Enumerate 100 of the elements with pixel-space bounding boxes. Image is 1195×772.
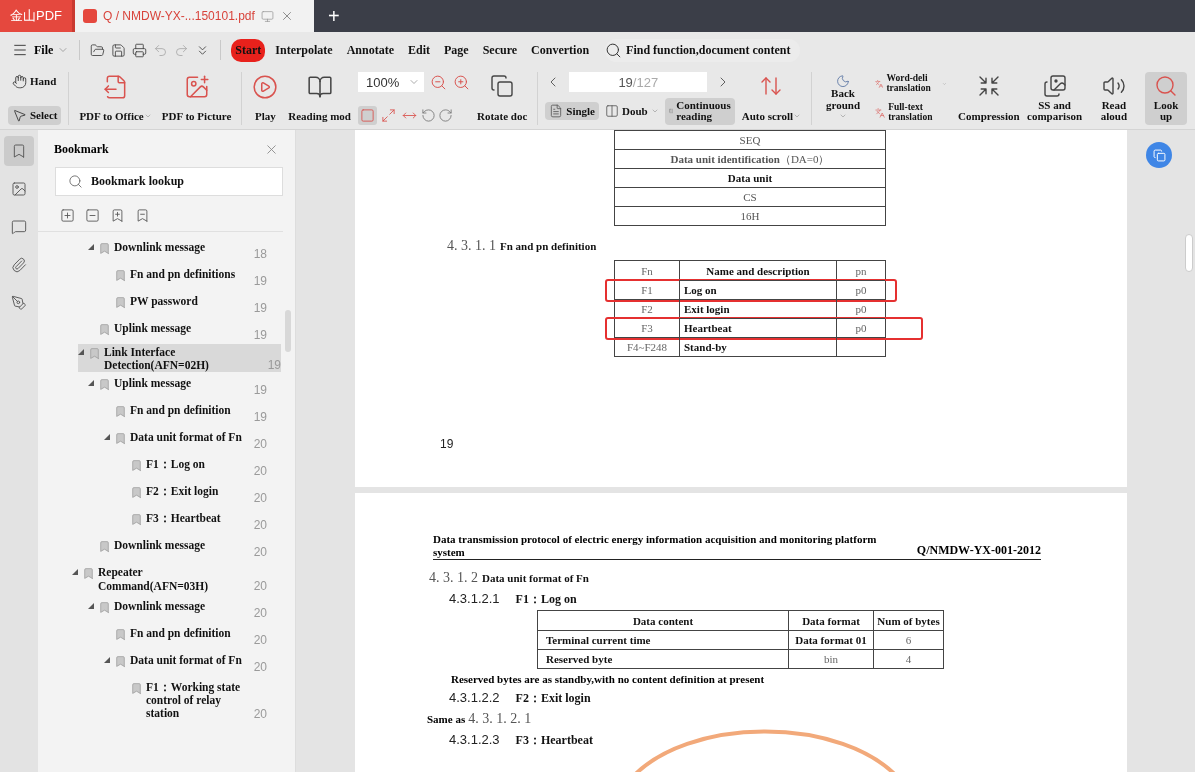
expand-all-icon[interactable] <box>60 208 75 223</box>
menu-tab[interactable]: Interpolate <box>271 38 337 62</box>
bookmark-page-number: 19 <box>252 301 267 315</box>
auto-scroll-button[interactable]: Auto scroll <box>738 72 805 125</box>
table-cell: Data format 01 <box>788 630 873 650</box>
bookmark-panel-button[interactable] <box>4 136 34 166</box>
table-cell: F3 <box>615 318 679 337</box>
table-cell: p0 <box>836 299 885 318</box>
close-icon[interactable] <box>264 142 279 157</box>
menu-icon[interactable] <box>12 42 28 58</box>
search-field[interactable]: Find function,document content <box>605 38 801 62</box>
bookmark-search-field[interactable]: Bookmark lookup <box>55 167 283 196</box>
section-title: Data unit format of Fn <box>482 572 589 585</box>
bookmark-page-number: 20 <box>252 578 267 593</box>
background-button[interactable]: Back ground <box>819 72 868 125</box>
tool-button[interactable]: Compression <box>955 72 1023 125</box>
paragraph: Reserved bytes are as standby,with no content definition at present <box>451 673 766 686</box>
search-icon <box>68 174 83 189</box>
bookmark-item[interactable]: F3：Heartbeat 20 <box>38 507 281 535</box>
section-number: 4. 3. 1. 1 <box>447 238 496 254</box>
new-tab-button[interactable]: + <box>314 0 354 32</box>
tool-button[interactable]: Read aloud <box>1086 72 1142 125</box>
bookmark-item[interactable]: PW password 19 <box>38 290 281 317</box>
bookmark-label: F1：Log on <box>146 457 206 472</box>
section-title: F3：Heartbeat <box>515 732 593 750</box>
actual-size-button[interactable] <box>357 106 377 125</box>
floating-tool-button[interactable] <box>1146 142 1172 168</box>
zoom-in-icon[interactable] <box>452 73 470 91</box>
rectangle-annotation[interactable] <box>605 317 923 340</box>
zoom-out-icon[interactable] <box>429 73 447 91</box>
bookmark-item[interactable]: Data unit format of Fn 20 <box>38 426 281 454</box>
pointer-tool-button[interactable]: Hand <box>8 72 62 91</box>
page-number-field[interactable]: 19/127 <box>569 72 708 92</box>
convert-button[interactable]: PDF to Office <box>76 72 155 125</box>
fit-page-icon <box>380 108 396 123</box>
bookmark-item[interactable]: F1：Log on 20 <box>38 453 281 481</box>
view-button[interactable]: Play <box>249 72 282 125</box>
bookmark-item[interactable]: Data unit format of Fn 20 <box>38 648 281 676</box>
bookmark-item[interactable]: Fn and pn definition 19 <box>38 399 281 427</box>
pointer-tool-button[interactable]: Select <box>8 106 62 125</box>
table-cell: 16H <box>615 206 885 225</box>
bookmark-item[interactable]: Downlink message 20 <box>38 534 281 562</box>
bookmark-item[interactable]: F1：Working state control of relay station 20 <box>38 675 281 723</box>
menu-tab[interactable]: Page <box>440 38 473 62</box>
collapse-all-icon[interactable] <box>85 208 100 223</box>
scrollbar-thumb[interactable] <box>285 310 291 352</box>
bookmark-item[interactable]: Uplink message 19 <box>38 317 281 344</box>
remove-bookmark-icon[interactable] <box>135 208 150 223</box>
menu-tab[interactable]: Edit <box>404 38 434 62</box>
bookmark-icon <box>114 654 127 668</box>
bookmark-label: Fn and pn definition <box>130 625 232 641</box>
expand-arrow-icon[interactable] <box>78 349 84 355</box>
scrollbar-thumb[interactable] <box>1185 234 1193 272</box>
file-menu[interactable]: File <box>34 42 70 58</box>
expand-arrow-icon[interactable] <box>104 656 110 663</box>
menu-tab[interactable]: Convertion <box>527 38 594 62</box>
expand-arrow-icon[interactable] <box>88 602 94 609</box>
bookmark-item[interactable]: Repeater Command(AFN=03H) 20 <box>38 561 281 595</box>
rotate-left-icon[interactable] <box>420 108 436 123</box>
table-cell: Stand-by <box>679 337 836 356</box>
folder-icon[interactable] <box>90 42 106 58</box>
page-layout-button[interactable]: Doub <box>601 102 663 121</box>
document-tab[interactable]: Q / NMDW-YX-...150101.pdf <box>72 0 314 32</box>
app-tab[interactable]: 金山PDF <box>0 0 72 32</box>
translation-button[interactable]: Full-text translation <box>871 101 952 125</box>
play-icon <box>252 74 279 100</box>
menu-tab[interactable]: Secure <box>478 38 522 62</box>
expand-arrow-icon[interactable] <box>88 244 94 250</box>
bookmark-page-number: 19 <box>252 410 267 425</box>
bookmark-label: F3：Heartbeat <box>146 511 222 526</box>
bookmark-item[interactable]: Fn and pn definitions 19 <box>38 263 281 290</box>
page-layout-button[interactable]: Continuous reading <box>664 97 735 125</box>
translation-button[interactable]: Word-deli translation <box>871 72 952 96</box>
tool-button[interactable]: SS and comparison <box>1026 72 1083 125</box>
bookmark-item[interactable]: Link Interface Detection(AFN=02H) 19 <box>78 344 281 373</box>
bookmark-page-number: 20 <box>252 706 267 721</box>
rectangle-annotation[interactable] <box>605 279 897 302</box>
save-icon[interactable] <box>111 42 127 58</box>
bookmark-item[interactable]: F2：Exit login 20 <box>38 480 281 508</box>
menu-tab[interactable]: Start <box>231 38 266 62</box>
expand-arrow-icon[interactable] <box>72 569 78 576</box>
zoom-select[interactable]: 100% <box>357 72 424 92</box>
view-button[interactable]: Reading mod <box>285 72 354 125</box>
add-bookmark-icon[interactable] <box>110 208 125 223</box>
page-layout-button[interactable]: Single <box>545 102 599 121</box>
expand-arrow-icon[interactable] <box>104 434 110 441</box>
expand-arrow-icon[interactable] <box>88 380 94 387</box>
print-icon[interactable] <box>132 42 148 58</box>
tool-button[interactable]: Look up <box>1145 72 1187 125</box>
rotate-doc-button[interactable]: Rotate doc <box>473 72 531 125</box>
menu-tab[interactable]: Annotate <box>342 38 398 62</box>
bookmark-icon <box>130 513 143 527</box>
bookmark-item[interactable]: Fn and pn definition 20 <box>38 621 281 649</box>
bookmark-item[interactable]: Downlink message 20 <box>38 594 281 622</box>
bookmark-page-number: 20 <box>252 632 267 647</box>
table-cell: Data unit identification（DA=0） <box>615 149 885 168</box>
convert-button[interactable]: PDF to Picture <box>158 72 235 125</box>
rotate-right-icon[interactable] <box>437 108 453 123</box>
bookmark-item[interactable]: Downlink message 18 <box>38 236 281 263</box>
bookmark-item[interactable]: Uplink message 19 <box>38 372 281 400</box>
